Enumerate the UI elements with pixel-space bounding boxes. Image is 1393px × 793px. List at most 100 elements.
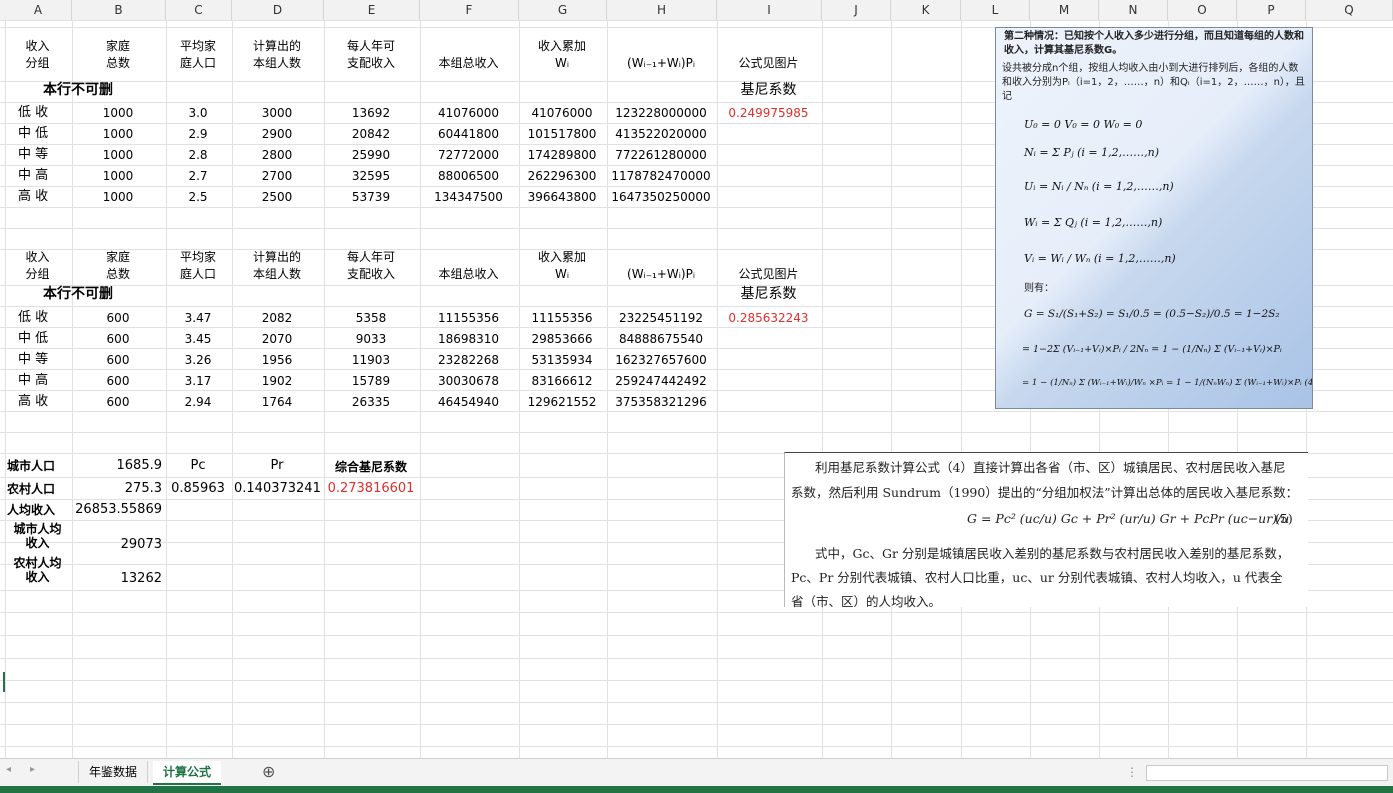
- column-header-f[interactable]: F: [420, 0, 519, 20]
- table1-r0-c4[interactable]: 13692: [326, 106, 416, 120]
- table1-r0-c5[interactable]: 41076000: [422, 106, 515, 120]
- table2-r1-c6[interactable]: 29853666: [521, 332, 603, 346]
- column-header-m[interactable]: M: [1030, 0, 1099, 20]
- table1-r3-c4[interactable]: 32595: [326, 169, 416, 183]
- urban-avg-value[interactable]: 29073: [74, 538, 162, 552]
- table1-r2-c6[interactable]: 174289800: [521, 148, 603, 162]
- combined-gini-label[interactable]: 综合基尼系数: [326, 460, 416, 474]
- table1-header-5[interactable]: 本组总收入: [422, 55, 515, 72]
- table1-r1-c5[interactable]: 60441800: [422, 127, 515, 141]
- table1-note[interactable]: 本行不可删: [43, 83, 193, 97]
- tab-scroll-left-icon[interactable]: ◂: [6, 764, 11, 775]
- table1-r0-c0[interactable]: 低 收: [18, 106, 79, 120]
- table2-r0-c6[interactable]: 11155356: [521, 311, 603, 325]
- table2-r2-c6[interactable]: 53135934: [521, 353, 603, 367]
- table1-header-6[interactable]: 收入累加 Wᵢ: [521, 38, 603, 72]
- table1-r4-c5[interactable]: 134347500: [422, 190, 515, 204]
- table2-r2-c4[interactable]: 11903: [326, 353, 416, 367]
- table2-r4-c2[interactable]: 2.94: [168, 395, 228, 409]
- add-sheet-icon[interactable]: ⊕: [252, 761, 285, 783]
- table2-header-1[interactable]: 家庭 总数: [74, 249, 162, 283]
- table2-header-4[interactable]: 每人年可 支配收入: [326, 249, 416, 283]
- tab-yearbook-data[interactable]: 年鉴数据: [78, 761, 149, 783]
- table1-r4-c1[interactable]: 1000: [74, 190, 162, 204]
- table1-r1-c0[interactable]: 中 低: [18, 127, 79, 141]
- table1-r4-c3[interactable]: 2500: [234, 190, 320, 204]
- urban-pop-label[interactable]: 城市人口: [7, 459, 68, 473]
- tab-formula-active[interactable]: 计算公式: [153, 761, 222, 785]
- table2-r0-c1[interactable]: 600: [74, 311, 162, 325]
- horizontal-scrollbar[interactable]: [1146, 765, 1388, 781]
- table2-header-3[interactable]: 计算出的 本组人数: [234, 249, 320, 283]
- table2-r1-c4[interactable]: 9033: [326, 332, 416, 346]
- table1-r2-c2[interactable]: 2.8: [168, 148, 228, 162]
- table1-r4-c2[interactable]: 2.5: [168, 190, 228, 204]
- table1-r0-c8[interactable]: 0.249975985: [719, 106, 818, 120]
- table1-r3-c6[interactable]: 262296300: [521, 169, 603, 183]
- table2-r0-c2[interactable]: 3.47: [168, 311, 228, 325]
- table2-r2-c3[interactable]: 1956: [234, 353, 320, 367]
- table2-r4-c0[interactable]: 高 收: [18, 395, 79, 409]
- table2-r3-c4[interactable]: 15789: [326, 374, 416, 388]
- table2-r0-c4[interactable]: 5358: [326, 311, 416, 325]
- table1-r0-c1[interactable]: 1000: [74, 106, 162, 120]
- column-header-b[interactable]: B: [72, 0, 166, 20]
- table1-r1-c3[interactable]: 2900: [234, 127, 320, 141]
- formula-image-sundrum[interactable]: 利用基尼系数计算公式（4）直接计算出各省（市、区）城镇居民、农村居民收入基尼 系…: [784, 452, 1308, 609]
- table1-r0-c6[interactable]: 41076000: [521, 106, 603, 120]
- table2-r0-c3[interactable]: 2082: [234, 311, 320, 325]
- column-header-g[interactable]: G: [519, 0, 607, 20]
- column-header-p[interactable]: P: [1237, 0, 1306, 20]
- table2-header-8[interactable]: 公式见图片: [719, 266, 818, 283]
- table2-r4-c6[interactable]: 129621552: [521, 395, 603, 409]
- table2-r3-c7[interactable]: 259247442492: [609, 374, 713, 388]
- column-header-c[interactable]: C: [166, 0, 232, 20]
- rural-pop-label[interactable]: 农村人口: [7, 482, 68, 496]
- column-header-e[interactable]: E: [324, 0, 420, 20]
- table2-r4-c7[interactable]: 375358321296: [609, 395, 713, 409]
- column-header-j[interactable]: J: [822, 0, 891, 20]
- pc-label[interactable]: Pc: [168, 459, 228, 473]
- table2-r1-c7[interactable]: 84888675540: [609, 332, 713, 346]
- table2-r4-c5[interactable]: 46454940: [422, 395, 515, 409]
- table2-header-0[interactable]: 收入 分组: [7, 249, 68, 283]
- table2-header-6[interactable]: 收入累加 Wᵢ: [521, 249, 603, 283]
- column-header-k[interactable]: K: [891, 0, 961, 20]
- table1-r3-c1[interactable]: 1000: [74, 169, 162, 183]
- table1-r3-c7[interactable]: 1178782470000: [609, 169, 713, 183]
- tab-scroll-right-icon[interactable]: ▸: [30, 764, 35, 775]
- table1-r0-c7[interactable]: 123228000000: [609, 106, 713, 120]
- combined-gini-value[interactable]: 0.273816601: [326, 482, 416, 496]
- table1-r4-c7[interactable]: 1647350250000: [609, 190, 713, 204]
- table1-r2-c1[interactable]: 1000: [74, 148, 162, 162]
- table2-r1-c5[interactable]: 18698310: [422, 332, 515, 346]
- column-header-i[interactable]: I: [717, 0, 822, 20]
- urban-avg-label[interactable]: 城市人均 收入: [7, 522, 68, 550]
- table2-r0-c5[interactable]: 11155356: [422, 311, 515, 325]
- table1-r1-c6[interactable]: 101517800: [521, 127, 603, 141]
- table1-header-1[interactable]: 家庭 总数: [74, 38, 162, 72]
- table1-header-8[interactable]: 公式见图片: [719, 55, 818, 72]
- table2-r1-c0[interactable]: 中 低: [18, 332, 79, 346]
- pc-value[interactable]: 0.85963: [168, 482, 228, 496]
- column-header-o[interactable]: O: [1168, 0, 1237, 20]
- table2-r2-c2[interactable]: 3.26: [168, 353, 228, 367]
- pr-value[interactable]: 0.140373241: [234, 482, 321, 496]
- table2-r2-c0[interactable]: 中 等: [18, 353, 79, 367]
- table1-r2-c0[interactable]: 中 等: [18, 148, 79, 162]
- table2-r0-c7[interactable]: 23225451192: [609, 311, 713, 325]
- column-header-n[interactable]: N: [1099, 0, 1168, 20]
- table1-r3-c5[interactable]: 88006500: [422, 169, 515, 183]
- avg-income-label[interactable]: 人均收入: [7, 503, 68, 517]
- table2-r1-c1[interactable]: 600: [74, 332, 162, 346]
- column-header-d[interactable]: D: [232, 0, 324, 20]
- table2-r0-c0[interactable]: 低 收: [18, 311, 79, 325]
- table2-r2-c1[interactable]: 600: [74, 353, 162, 367]
- table1-r2-c5[interactable]: 72772000: [422, 148, 515, 162]
- table2-header-7[interactable]: (Wᵢ₋₁+Wᵢ)Pᵢ: [609, 266, 713, 283]
- table2-header-5[interactable]: 本组总收入: [422, 266, 515, 283]
- rural-pop-value[interactable]: 275.3: [74, 482, 162, 496]
- more-icon[interactable]: ⋮: [1126, 765, 1138, 779]
- table1-gini-label[interactable]: 基尼系数: [719, 83, 818, 97]
- table2-gini-label[interactable]: 基尼系数: [719, 287, 818, 301]
